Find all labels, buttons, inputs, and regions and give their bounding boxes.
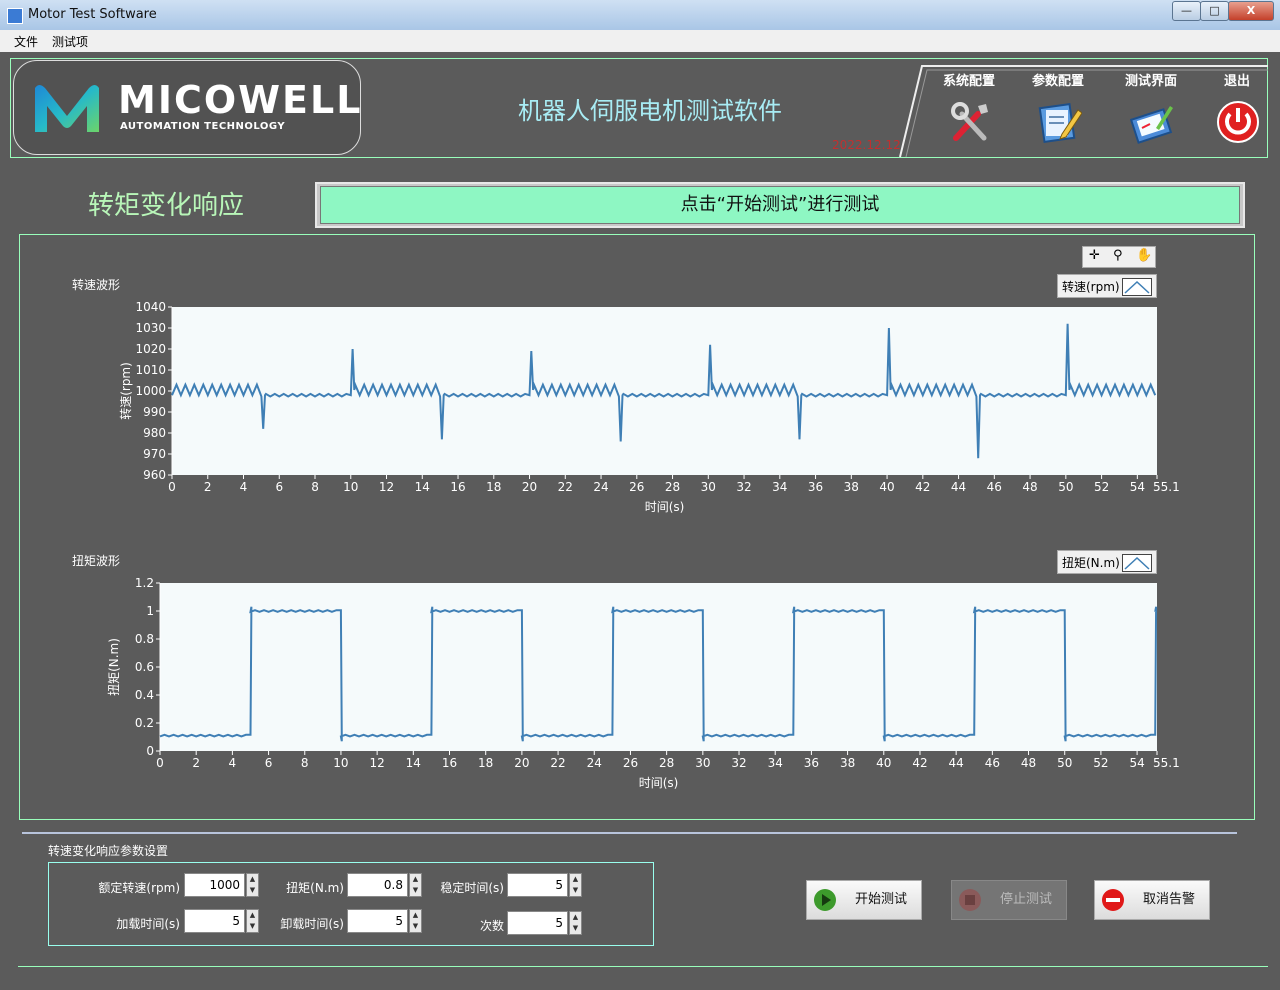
settle-time-label: 稳定时间(s) (440, 881, 504, 895)
speed-ytick-label: 1010 (135, 363, 166, 377)
start-test-button[interactable]: 开始测试 (806, 880, 922, 920)
speed-xtick-label: 42 (915, 480, 930, 494)
speed-xtick-label: 46 (987, 480, 1002, 494)
speed-xtick-label: 36 (808, 480, 823, 494)
stop-test-button[interactable]: 停止测试 (951, 880, 1067, 920)
load-time-stepper[interactable]: ▲ ▼ (246, 909, 259, 933)
speed-xtick-label: 22 (558, 480, 573, 494)
speed-ytick-label: 1020 (135, 342, 166, 356)
speed-ytick-label: 990 (143, 405, 166, 419)
count-label: 次数 (479, 919, 504, 933)
speed-xtick-label: 4 (240, 480, 248, 494)
speed-xtick-label: 50 (1058, 480, 1073, 494)
start-test-label: 开始测试 (855, 892, 908, 907)
load-time-up-icon[interactable]: ▲ (247, 910, 258, 921)
torque-label: 扭矩(N.m) (286, 881, 344, 895)
speed-xtick-label: 6 (275, 480, 283, 494)
count-up-icon[interactable]: ▲ (570, 912, 581, 923)
unload-time-label: 卸载时间(s) (280, 917, 344, 931)
torque-stepper[interactable]: ▲ ▼ (409, 873, 422, 897)
speed-xtick-label: 40 (879, 480, 894, 494)
params-divider (22, 832, 1237, 834)
stop-icon (959, 889, 981, 911)
play-icon (814, 889, 836, 911)
cancel-alarm-button[interactable]: 取消告警 (1094, 880, 1210, 920)
speed-xtick-label: 14 (415, 480, 430, 494)
speed-ytick-label: 970 (143, 447, 166, 461)
speed-xtick-label: 24 (593, 480, 608, 494)
speed-chart[interactable]: 0 2 4 6 8 10 12 14 16 18 20 22 24 26 28 30 32 34 36 38 40 42 4… (0, 0, 1280, 990)
speed-xtick-label: 0 (168, 480, 176, 494)
load-time-down-icon[interactable]: ▼ (247, 921, 258, 932)
speed-xtick-label: 10 (343, 480, 358, 494)
rated-speed-down-icon[interactable]: ▼ (247, 885, 258, 896)
speed-xtick-label: 8 (311, 480, 319, 494)
speed-ytick-label: 1040 (135, 300, 166, 314)
speed-xtick-label: 32 (736, 480, 751, 494)
speed-ylabel: 转速(rpm) (118, 362, 133, 420)
speed-xtick-label: 16 (450, 480, 465, 494)
unload-time-stepper[interactable]: ▲ ▼ (409, 909, 422, 933)
unload-time-up-icon[interactable]: ▲ (410, 910, 421, 921)
rated-speed-input[interactable]: 1000 (184, 873, 245, 897)
speed-xtick-label: 18 (486, 480, 501, 494)
count-input[interactable]: 5 (507, 911, 568, 935)
speed-xtick-label: 26 (629, 480, 644, 494)
cancel-alarm-label: 取消告警 (1143, 892, 1196, 907)
speed-xtick-label: 30 (701, 480, 716, 494)
bottom-frame-line (18, 966, 1268, 967)
speed-xlabel: 时间(s) (645, 500, 685, 514)
speed-xtick-label: 34 (772, 480, 787, 494)
settle-time-up-icon[interactable]: ▲ (570, 874, 581, 885)
speed-ytick-label: 980 (143, 426, 166, 440)
torque-input[interactable]: 0.8 (347, 873, 408, 897)
stop-test-label: 停止测试 (1000, 892, 1053, 907)
speed-xtick-label: 38 (844, 480, 859, 494)
speed-xtick-label: 52 (1094, 480, 1109, 494)
speed-plot-area (172, 307, 1157, 475)
speed-xtick-label: 28 (665, 480, 680, 494)
rated-speed-up-icon[interactable]: ▲ (247, 874, 258, 885)
params-title: 转速变化响应参数设置 (48, 844, 169, 858)
unload-time-down-icon[interactable]: ▼ (410, 921, 421, 932)
settle-time-down-icon[interactable]: ▼ (570, 885, 581, 896)
speed-xtick-label: 48 (1022, 480, 1037, 494)
speed-ytick-label: 960 (143, 468, 166, 482)
load-time-input[interactable]: 5 (184, 909, 245, 933)
speed-ytick-label: 1000 (135, 384, 166, 398)
load-time-label: 加载时间(s) (116, 917, 180, 931)
speed-xtick-label: 20 (522, 480, 537, 494)
speed-xtick-label: 54 (1130, 480, 1145, 494)
unload-time-input[interactable]: 5 (347, 909, 408, 933)
count-stepper[interactable]: ▲ ▼ (569, 911, 582, 935)
speed-xtick-label: 44 (951, 480, 966, 494)
no-entry-icon (1102, 889, 1124, 911)
speed-xtick-label: 55.1 (1153, 480, 1180, 494)
torque-up-icon[interactable]: ▲ (410, 874, 421, 885)
speed-xtick-label: 2 (204, 480, 212, 494)
settle-time-stepper[interactable]: ▲ ▼ (569, 873, 582, 897)
speed-ytick-label: 1030 (135, 321, 166, 335)
torque-down-icon[interactable]: ▼ (410, 885, 421, 896)
settle-time-input[interactable]: 5 (507, 873, 568, 897)
rated-speed-stepper[interactable]: ▲ ▼ (246, 873, 259, 897)
count-down-icon[interactable]: ▼ (570, 923, 581, 934)
rated-speed-label: 额定转速(rpm) (98, 881, 180, 895)
speed-xtick-label: 12 (379, 480, 394, 494)
